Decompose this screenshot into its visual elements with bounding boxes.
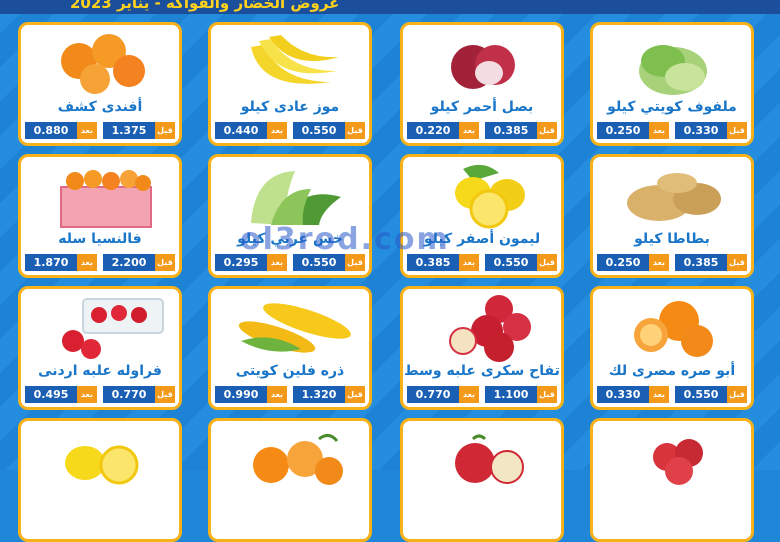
price-after: 0.330 بعد	[597, 386, 669, 403]
product-card[interactable]: خس عربي كيلو 0.550 قبل 0.295 بعد	[208, 154, 372, 278]
product-card-partial[interactable]	[208, 418, 372, 542]
price-after: 0.770 بعد	[407, 386, 479, 403]
product-name: ذره فلين كويتى	[235, 363, 345, 379]
product-name: موز عادى كيلو	[240, 99, 340, 115]
header-text: عروض الخضار والفواكه - يناير 2023	[70, 0, 340, 12]
product-name: فراوله علبه اردنى	[38, 363, 162, 379]
product-card-partial[interactable]	[400, 418, 564, 542]
apple-icon	[403, 291, 561, 363]
lemon-icon	[21, 423, 179, 495]
price-before: 1.100 قبل	[485, 386, 557, 403]
price-before: 0.330 قبل	[675, 122, 747, 139]
product-card[interactable]: فالنسيا سله 2.200 قبل 1.870 بعد	[18, 154, 182, 278]
red-apple-icon	[403, 423, 561, 495]
product-card[interactable]: ليمون أصفر كيلو 0.550 قبل 0.385 بعد	[400, 154, 564, 278]
price-before: 2.200 قبل	[103, 254, 175, 271]
price-after: 0.990 بعد	[215, 386, 287, 403]
cabbage-icon	[593, 27, 751, 99]
strawberry-icon	[21, 291, 179, 363]
orange-icon	[211, 423, 369, 495]
price-after: 1.870 بعد	[25, 254, 97, 271]
watermark: ol3rod.com	[240, 222, 450, 257]
orange-crate-icon	[21, 159, 179, 231]
product-card[interactable]: موز عادى كيلو 0.550 قبل 0.440 بعد	[208, 22, 372, 146]
lettuce-icon	[211, 159, 369, 231]
product-card[interactable]: فراوله علبه اردنى 0.770 قبل 0.495 بعد	[18, 286, 182, 410]
product-name: تفاح سكرى علبه وسط	[404, 363, 560, 379]
price-before: 0.770 قبل	[103, 386, 175, 403]
price-after: 0.220 بعد	[407, 122, 479, 139]
product-name: أبو صره مصرى لك	[608, 363, 736, 379]
price-after: 0.880 بعد	[25, 122, 97, 139]
price-after: 0.250 بعد	[597, 254, 669, 271]
price-before: 1.375 قبل	[103, 122, 175, 139]
product-card[interactable]: ملفوف كويتي كيلو 0.330 قبل 0.250 بعد	[590, 22, 754, 146]
potato-icon	[593, 159, 751, 231]
product-name: بصل أحمر كيلو	[430, 99, 534, 115]
product-card-partial[interactable]	[18, 418, 182, 542]
product-card[interactable]: أبو صره مصرى لك 0.550 قبل 0.330 بعد	[590, 286, 754, 410]
lemon-icon	[403, 159, 561, 231]
tangerine-icon	[21, 27, 179, 99]
navel-orange-icon	[593, 291, 751, 363]
price-after: 0.250 بعد	[597, 122, 669, 139]
price-before: 0.385 قبل	[675, 254, 747, 271]
price-before: 0.385 قبل	[485, 122, 557, 139]
price-after: 0.440 بعد	[215, 122, 287, 139]
product-card[interactable]: بطاطا كيلو 0.385 قبل 0.250 بعد	[590, 154, 754, 278]
price-before: 0.550 قبل	[293, 122, 365, 139]
banana-icon	[211, 27, 369, 99]
product-name: بطاطا كيلو	[634, 231, 710, 247]
price-before: 0.550 قبل	[485, 254, 557, 271]
price-after: 0.495 بعد	[25, 386, 97, 403]
apple-bag-icon	[593, 423, 751, 495]
product-card-partial[interactable]	[590, 418, 754, 542]
product-card[interactable]: ذره فلين كويتى 1.320 قبل 0.990 بعد	[208, 286, 372, 410]
onion-icon	[403, 27, 561, 99]
product-name: فالنسيا سله	[58, 231, 142, 247]
product-card[interactable]: تفاح سكرى علبه وسط 1.100 قبل 0.770 بعد	[400, 286, 564, 410]
price-before: 1.320 قبل	[293, 386, 365, 403]
product-name: أفندى كشف	[57, 99, 143, 115]
product-name: ملفوف كويتي كيلو	[607, 99, 737, 115]
product-card[interactable]: أفندى كشف 1.375 قبل 0.880 بعد	[18, 22, 182, 146]
header-banner: عروض الخضار والفواكه - يناير 2023	[0, 0, 780, 14]
corn-icon	[211, 291, 369, 363]
product-card[interactable]: بصل أحمر كيلو 0.385 قبل 0.220 بعد	[400, 22, 564, 146]
price-before: 0.550 قبل	[675, 386, 747, 403]
